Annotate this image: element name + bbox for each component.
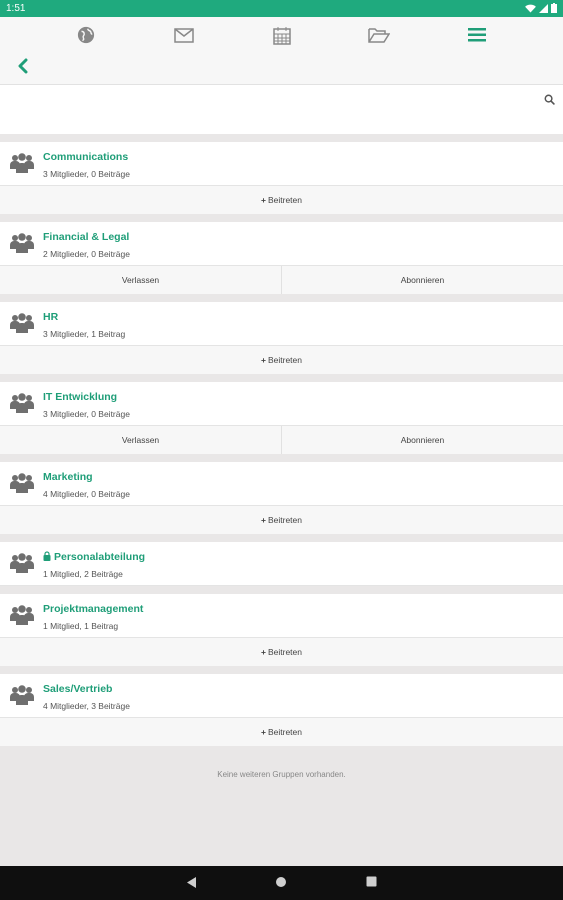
group-row[interactable]: Projektmanagement 1 Mitglied, 1 Beitrag xyxy=(0,594,563,638)
group-icon xyxy=(10,152,34,174)
group-row[interactable]: Sales/Vertrieb 4 Mitglieder, 3 Beiträge xyxy=(0,674,563,718)
no-more-groups-note: Keine weiteren Gruppen vorhanden. xyxy=(217,770,346,779)
group-icon xyxy=(10,232,34,254)
group-card: Personalabteilung 1 Mitglied, 2 Beiträge xyxy=(0,542,563,586)
group-actions: Verlassen Abonnieren xyxy=(0,266,563,294)
mail-icon[interactable] xyxy=(172,23,196,47)
group-row[interactable]: HR 3 Mitglieder, 1 Beitrag xyxy=(0,302,563,346)
group-icon xyxy=(10,604,34,626)
group-actions: + Beitreten xyxy=(0,638,563,666)
group-name[interactable]: Financial & Legal xyxy=(43,231,129,243)
battery-icon xyxy=(551,3,557,13)
abonnieren-button[interactable]: Abonnieren xyxy=(281,266,563,294)
group-meta: 1 Mitglied, 2 Beiträge xyxy=(43,569,123,579)
top-navigation xyxy=(0,17,563,85)
plus-icon: + xyxy=(261,515,266,525)
beitreten-button[interactable]: + Beitreten xyxy=(0,638,563,666)
group-meta: 4 Mitglieder, 3 Beiträge xyxy=(43,701,130,711)
group-icon xyxy=(10,472,34,494)
group-card: Projektmanagement 1 Mitglied, 1 Beitrag + B… xyxy=(0,594,563,666)
globe-icon[interactable] xyxy=(74,23,98,47)
group-icon xyxy=(10,684,34,706)
group-card: IT Entwicklung 3 Mitglieder, 0 Beiträge Ve… xyxy=(0,382,563,454)
verlassen-button[interactable]: Verlassen xyxy=(0,266,281,294)
group-card: Marketing 4 Mitglieder, 0 Beiträge + Beitre… xyxy=(0,462,563,534)
group-name[interactable]: IT Entwicklung xyxy=(43,391,117,403)
status-time: 1:51 xyxy=(6,3,26,14)
plus-icon: + xyxy=(261,355,266,365)
signal-icon xyxy=(539,3,548,13)
group-row[interactable]: Financial & Legal 2 Mitglieder, 0 Beiträg… xyxy=(0,222,563,266)
beitreten-button[interactable]: + Beitreten xyxy=(0,506,563,534)
group-card: Financial & Legal 2 Mitglieder, 0 Beiträg… xyxy=(0,222,563,294)
abonnieren-button[interactable]: Abonnieren xyxy=(281,426,563,454)
group-name[interactable]: Sales/Vertrieb xyxy=(43,683,112,695)
group-meta: 2 Mitglieder, 0 Beiträge xyxy=(43,249,130,259)
beitreten-button[interactable]: + Beitreten xyxy=(0,718,563,746)
group-card: Sales/Vertrieb 4 Mitglieder, 3 Beiträge + B… xyxy=(0,674,563,746)
group-meta: 1 Mitglied, 1 Beitrag xyxy=(43,621,119,631)
chevron-left-icon xyxy=(18,58,27,74)
group-row[interactable]: Communications 3 Mitglieder, 0 Beiträge xyxy=(0,142,563,186)
group-meta: 3 Mitglieder, 0 Beiträge xyxy=(43,169,130,179)
group-actions: Verlassen Abonnieren xyxy=(0,426,563,454)
group-name[interactable]: HR xyxy=(43,311,58,323)
system-navigation-bar xyxy=(0,866,563,900)
group-name[interactable]: Personalabteilung xyxy=(43,551,145,563)
search-input[interactable] xyxy=(0,85,530,134)
group-actions: + Beitreten xyxy=(0,186,563,214)
group-name[interactable]: Projektmanagement xyxy=(43,603,143,615)
group-actions: + Beitreten xyxy=(0,346,563,374)
lock-icon xyxy=(43,551,51,561)
group-icon xyxy=(10,392,34,414)
group-card: HR 3 Mitglieder, 1 Beitrag + Beitreten xyxy=(0,302,563,374)
group-meta: 3 Mitglieder, 1 Beitrag xyxy=(43,329,126,339)
group-name[interactable]: Marketing xyxy=(43,471,93,483)
group-row[interactable]: Marketing 4 Mitglieder, 0 Beiträge xyxy=(0,462,563,506)
verlassen-button[interactable]: Verlassen xyxy=(0,426,281,454)
home-circle-icon[interactable] xyxy=(275,876,287,888)
status-bar: 1:51 xyxy=(0,0,563,17)
wifi-icon xyxy=(525,4,536,13)
group-actions: + Beitreten xyxy=(0,506,563,534)
group-icon xyxy=(10,552,34,574)
group-list: Communications 3 Mitglieder, 0 Beiträge + B… xyxy=(0,142,563,779)
group-row[interactable]: IT Entwicklung 3 Mitglieder, 0 Beiträge xyxy=(0,382,563,426)
plus-icon: + xyxy=(261,727,266,737)
search-bar xyxy=(0,85,563,134)
status-system-icons xyxy=(525,3,557,13)
group-card: Communications 3 Mitglieder, 0 Beiträge + B… xyxy=(0,142,563,214)
menu-icon[interactable] xyxy=(465,23,489,47)
group-actions: + Beitreten xyxy=(0,718,563,746)
overview-square-icon[interactable] xyxy=(366,876,377,887)
beitreten-button[interactable]: + Beitreten xyxy=(0,346,563,374)
beitreten-button[interactable]: + Beitreten xyxy=(0,186,563,214)
search-icon[interactable] xyxy=(544,94,555,105)
back-triangle-icon[interactable] xyxy=(186,876,197,889)
group-icon xyxy=(10,312,34,334)
back-button[interactable] xyxy=(12,55,32,77)
folder-icon[interactable] xyxy=(367,23,391,47)
group-meta: 3 Mitglieder, 0 Beiträge xyxy=(43,409,130,419)
plus-icon: + xyxy=(261,647,266,657)
calendar-icon[interactable] xyxy=(270,23,294,47)
plus-icon: + xyxy=(261,195,266,205)
group-row[interactable]: Personalabteilung 1 Mitglied, 2 Beiträge xyxy=(0,542,563,586)
group-meta: 4 Mitglieder, 0 Beiträge xyxy=(43,489,130,499)
group-name[interactable]: Communications xyxy=(43,151,128,163)
